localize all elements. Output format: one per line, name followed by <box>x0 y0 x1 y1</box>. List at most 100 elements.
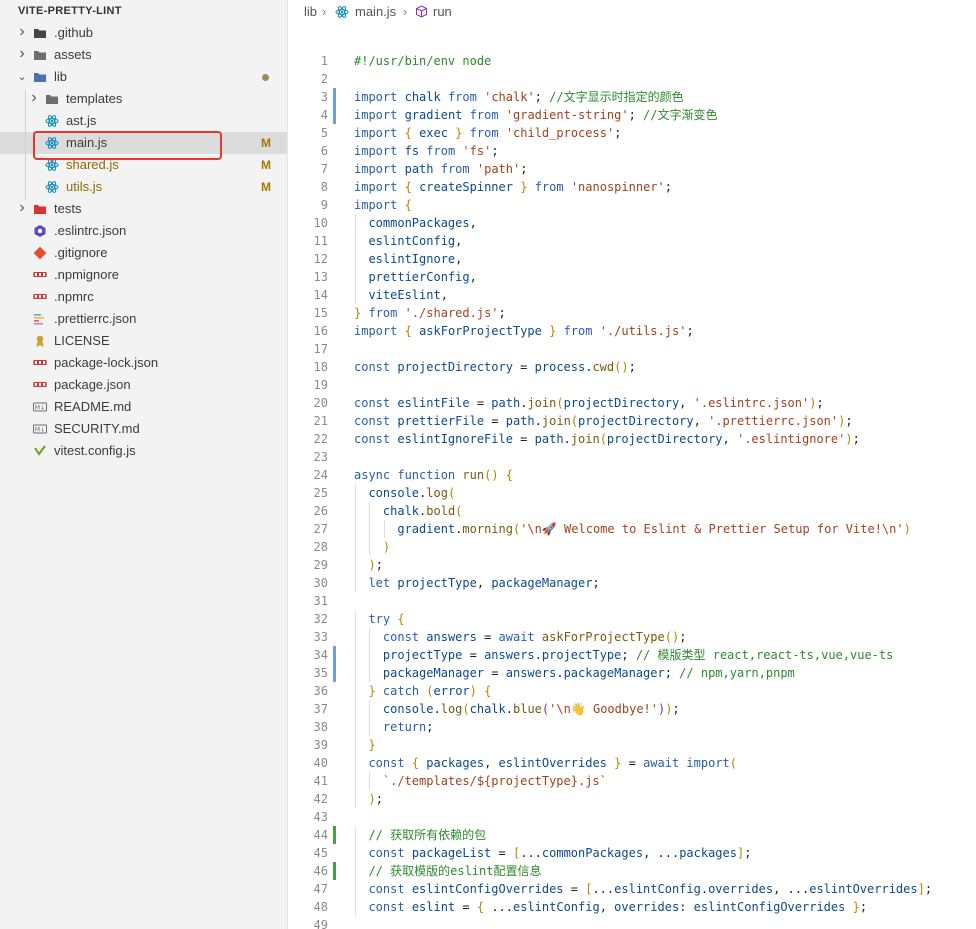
code-line[interactable]: 8 import { createSpinner } from 'nanospin… <box>289 178 976 196</box>
tree-item[interactable]: .npmrc <box>0 286 287 308</box>
tree-item-label: LICENSE <box>54 333 110 348</box>
code-line[interactable]: 4 import gradient from 'gradient-string';… <box>289 106 976 124</box>
tree-item[interactable]: .npmignore <box>0 264 287 286</box>
breadcrumb-file[interactable]: main.js <box>355 4 396 19</box>
code-line[interactable]: 44 // 获取所有依赖的包 <box>289 826 976 844</box>
line-number: 38 <box>313 720 328 734</box>
tree-item[interactable]: ⌄ lib <box>0 66 287 88</box>
line-number: 33 <box>313 630 328 644</box>
line-number: 5 <box>320 126 328 140</box>
explorer-title[interactable]: VITE-PRETTY-LINT <box>0 0 287 22</box>
code-line[interactable]: 31 <box>289 592 976 610</box>
code-line[interactable]: 33 const answers = await askForProjectTy… <box>289 628 976 646</box>
code-line[interactable]: 18 const projectDirectory = process.cwd()… <box>289 358 976 376</box>
code-line[interactable]: 27 gradient.morning('\n🚀 Welcome to Esli… <box>289 520 976 538</box>
line-number: 39 <box>313 738 328 752</box>
code-line[interactable]: 22 const eslintIgnoreFile = path.join(pro… <box>289 430 976 448</box>
code-line[interactable]: 29 ); <box>289 556 976 574</box>
prettier-icon <box>33 312 47 326</box>
tree-item[interactable]: vitest.config.js <box>0 440 287 462</box>
tree-item[interactable]: .gitignore <box>0 242 287 264</box>
code-line[interactable]: 12 eslintIgnore, <box>289 250 976 268</box>
code-line[interactable]: 11 eslintConfig, <box>289 232 976 250</box>
tree-item[interactable]: utils.js M <box>0 176 287 198</box>
code-text: `./templates/${projectType}.js` <box>382 774 607 788</box>
code-line[interactable]: 41 `./templates/${projectType}.js` <box>289 772 976 790</box>
code-line[interactable]: 24 async function run() { <box>289 466 976 484</box>
tree-item[interactable]: .prettierrc.json <box>0 308 287 330</box>
code-line[interactable]: 14 viteEslint, <box>289 286 976 304</box>
tree-item[interactable]: › templates <box>0 88 287 110</box>
code-line[interactable]: 9 import { <box>289 196 976 214</box>
code-line[interactable]: 30 let projectType, packageManager; <box>289 574 976 592</box>
tree-item[interactable]: LICENSE <box>0 330 287 352</box>
code-line[interactable]: 45 const packageList = [...commonPackage… <box>289 844 976 862</box>
tree-item[interactable]: .eslintrc.json <box>0 220 287 242</box>
code-line[interactable]: 10 commonPackages, <box>289 214 976 232</box>
code-line[interactable]: 20 const eslintFile = path.join(projectDi… <box>289 394 976 412</box>
tree-item[interactable]: › assets <box>0 44 287 66</box>
code-line[interactable]: 42 ); <box>289 790 976 808</box>
line-number: 12 <box>313 252 328 266</box>
chevron-right-icon[interactable]: › <box>16 44 28 66</box>
code-line[interactable]: 39 } <box>289 736 976 754</box>
code-line[interactable]: 26 chalk.bold( <box>289 502 976 520</box>
code-text: ); <box>368 792 383 806</box>
tree-item[interactable]: M↓ README.md <box>0 396 287 418</box>
git-modified-badge: M <box>261 180 271 194</box>
line-number: 48 <box>313 900 328 914</box>
file-tree: › .github › assets ⌄ lib › templates ast.js main.… <box>0 22 287 462</box>
code-line[interactable]: 25 console.log( <box>289 484 976 502</box>
code-line[interactable]: 40 const { packages, eslintOverrides } =… <box>289 754 976 772</box>
chevron-right-icon[interactable]: › <box>28 88 40 110</box>
vitest-icon <box>33 444 47 458</box>
tree-item[interactable]: M↓ SECURITY.md <box>0 418 287 440</box>
code-line[interactable]: 16 import { askForProjectType } from './u… <box>289 322 976 340</box>
code-line[interactable]: 49 <box>289 916 976 929</box>
code-text: const eslintConfigOverrides = [...eslint… <box>368 882 933 896</box>
code-text: let projectType, packageManager; <box>368 576 600 590</box>
code-line[interactable]: 32 try { <box>289 610 976 628</box>
code-line[interactable]: 34 projectType = answers.projectType; //… <box>289 646 976 664</box>
code-text: } catch (error) { <box>368 684 492 698</box>
code-line[interactable]: 7 import path from 'path'; <box>289 160 976 178</box>
chevron-right-icon[interactable]: › <box>16 198 28 220</box>
code-line[interactable]: 37 console.log(chalk.blue('\n👋 Goodbye!'… <box>289 700 976 718</box>
code-line[interactable]: 43 <box>289 808 976 826</box>
code-line[interactable]: 47 const eslintConfigOverrides = [...esl… <box>289 880 976 898</box>
code-line[interactable]: 17 <box>289 340 976 358</box>
code-line[interactable]: 28 ) <box>289 538 976 556</box>
react-icon <box>45 180 59 194</box>
code-line[interactable]: 35 packageManager = answers.packageManag… <box>289 664 976 682</box>
code-line[interactable]: 46 // 获取模版的eslint配置信息 <box>289 862 976 880</box>
code-line[interactable]: 2 <box>289 70 976 88</box>
chevron-down-icon[interactable]: ⌄ <box>16 66 28 88</box>
tree-item[interactable]: › .github <box>0 22 287 44</box>
tree-item[interactable]: › tests <box>0 198 287 220</box>
chevron-right-icon[interactable]: › <box>16 22 28 44</box>
code-line[interactable]: 15} from './shared.js'; <box>289 304 976 322</box>
tree-item[interactable]: ast.js <box>0 110 287 132</box>
breadcrumb-folder[interactable]: lib <box>304 4 317 19</box>
tree-item[interactable]: package-lock.json <box>0 352 287 374</box>
code-line[interactable]: 3 import chalk from 'chalk'; //文字显示时指定的颜色 <box>289 88 976 106</box>
line-number: 9 <box>320 198 328 212</box>
tree-item-label: .prettierrc.json <box>54 311 137 326</box>
tree-item[interactable]: package.json <box>0 374 287 396</box>
code-line[interactable]: 6 import fs from 'fs'; <box>289 142 976 160</box>
line-number: 13 <box>313 270 328 284</box>
code-line[interactable]: 48 const eslint = { ...eslintConfig, ove… <box>289 898 976 916</box>
breadcrumb-symbol[interactable]: run <box>433 4 452 19</box>
code-line[interactable]: 13 prettierConfig, <box>289 268 976 286</box>
code-line[interactable]: 1 #!/usr/bin/env node <box>289 52 976 70</box>
code-line[interactable]: 38 return; <box>289 718 976 736</box>
code-line[interactable]: 36 } catch (error) { <box>289 682 976 700</box>
code-line[interactable]: 23 <box>289 448 976 466</box>
tree-item-label: .github <box>54 25 94 40</box>
github-folder-icon <box>33 26 47 40</box>
code-line[interactable]: 19 <box>289 376 976 394</box>
code-line[interactable]: 5 import { exec } from 'child_process'; <box>289 124 976 142</box>
explorer-sidebar: VITE-PRETTY-LINT › .github › assets ⌄ lib › tem… <box>0 0 288 929</box>
code-line[interactable]: 21 const prettierFile = path.join(project… <box>289 412 976 430</box>
code-editor[interactable]: 1 #!/usr/bin/env node 2 3 import chalk from … <box>289 52 976 929</box>
